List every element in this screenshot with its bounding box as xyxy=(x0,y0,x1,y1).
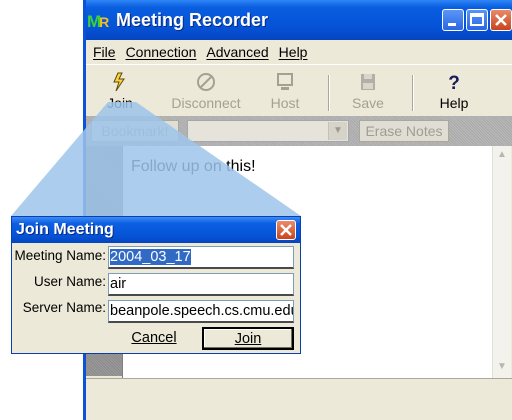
menu-advanced[interactable]: Advanced xyxy=(201,44,273,60)
help-tool-label: Help xyxy=(439,95,469,111)
dialog-close-button[interactable] xyxy=(276,220,296,240)
main-window: MR Meeting Recorder File Connection Adva… xyxy=(83,0,512,420)
app-logo-icon: MR xyxy=(87,12,109,31)
dialog-title: Join Meeting xyxy=(16,221,114,238)
menu-file[interactable]: File xyxy=(88,44,121,60)
host-tool-label: Host xyxy=(270,95,300,111)
user-name-field[interactable]: air xyxy=(108,273,294,296)
svg-text:?: ? xyxy=(448,73,460,93)
join-button[interactable]: Join xyxy=(202,327,294,350)
window-title: Meeting Recorder xyxy=(116,10,269,30)
join-tool-button[interactable]: Join xyxy=(100,71,140,115)
close-icon xyxy=(280,224,292,236)
bookmark-button[interactable]: Bookmark! xyxy=(91,120,179,142)
disconnect-tool-label: Disconnect xyxy=(171,95,241,111)
meeting-name-value: 2004_03_17 xyxy=(110,249,191,265)
question-mark-icon: ? xyxy=(448,73,460,93)
title-bar: MR Meeting Recorder xyxy=(86,0,512,40)
chevron-down-icon[interactable]: ▼ xyxy=(328,122,347,140)
lightning-plug-icon xyxy=(113,72,125,92)
maximize-button[interactable] xyxy=(466,9,488,31)
minimize-button[interactable] xyxy=(442,9,464,31)
notes-text: Follow up on this! xyxy=(131,158,256,175)
toolbar-separator xyxy=(328,75,330,111)
minimize-icon xyxy=(448,23,456,26)
menu-help[interactable]: Help xyxy=(274,44,313,60)
erase-notes-button[interactable]: Erase Notes xyxy=(359,120,449,142)
host-tool-button[interactable]: Host xyxy=(267,71,303,115)
disconnect-tool-button[interactable]: Disconnect xyxy=(170,71,242,115)
meeting-name-field[interactable]: 2004_03_17 xyxy=(108,246,294,269)
user-name-label: User Name: xyxy=(33,274,106,289)
notes-scrollbar[interactable]: ▲ ▼ xyxy=(492,146,511,378)
toolbar-separator xyxy=(412,75,414,111)
dialog-title-bar: Join Meeting xyxy=(12,217,300,243)
menu-bar: File Connection Advanced Help xyxy=(86,40,512,64)
cancel-button[interactable]: Cancel xyxy=(108,327,200,350)
server-name-label: Server Name: xyxy=(22,300,106,315)
bookmark-bar: Bookmark! ▼ Erase Notes xyxy=(86,116,512,146)
floppy-disk-icon xyxy=(361,74,375,90)
save-tool-label: Save xyxy=(352,95,384,111)
save-tool-button[interactable]: Save xyxy=(348,71,388,115)
help-tool-button[interactable]: ? Help xyxy=(436,71,472,115)
join-meeting-dialog: Join Meeting Meeting Name: 2004_03_17 Us… xyxy=(11,216,301,354)
bookmark-combo[interactable]: ▼ xyxy=(187,120,349,142)
close-icon xyxy=(495,14,507,26)
computer-icon xyxy=(277,73,293,90)
scroll-up-icon[interactable]: ▲ xyxy=(493,146,511,164)
menu-connection[interactable]: Connection xyxy=(121,44,202,60)
scroll-down-icon[interactable]: ▼ xyxy=(493,358,511,376)
meeting-name-label: Meeting Name: xyxy=(14,248,106,263)
no-plug-icon xyxy=(197,73,215,91)
server-name-field[interactable]: beanpole.speech.cs.cmu.edu xyxy=(108,300,294,323)
join-tool-label: Join xyxy=(107,95,133,111)
maximize-icon xyxy=(470,13,484,26)
toolbar: Join Disconnect Host Save ? Help xyxy=(86,64,512,117)
close-button[interactable] xyxy=(490,9,512,31)
